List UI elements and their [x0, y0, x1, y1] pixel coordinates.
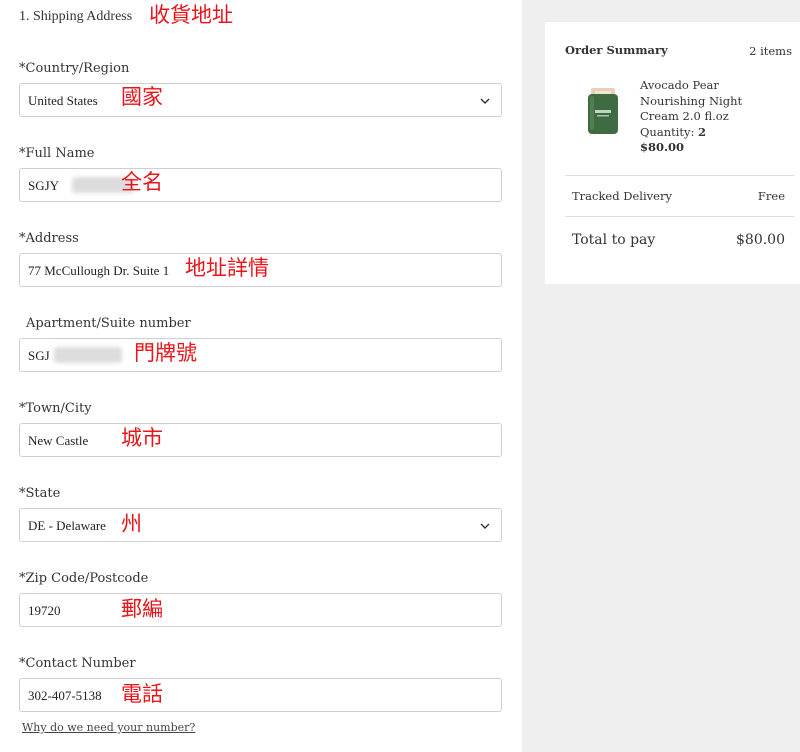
delivery-label: Tracked Delivery: [572, 189, 672, 203]
zip-field[interactable]: 19720: [19, 593, 502, 627]
product-quantity: Quantity: 2: [640, 125, 770, 141]
apartment-label: Apartment/Suite number: [26, 316, 191, 331]
city-field[interactable]: New Castle: [19, 423, 502, 457]
city-annotation: 城市: [121, 426, 163, 450]
state-value: DE - Delaware: [28, 518, 106, 533]
total-value: $80.00: [736, 232, 785, 248]
chevron-down-icon: [480, 98, 490, 104]
address-label: *Address: [19, 231, 79, 246]
redacted-blur: [54, 347, 122, 363]
country-value: United States: [28, 93, 98, 108]
apartment-value: SGJ: [28, 348, 50, 363]
state-label: *State: [19, 486, 61, 501]
country-label: *Country/Region: [19, 61, 130, 76]
zip-annotation: 郵編: [121, 597, 163, 621]
order-summary-panel: Order Summary 2 items Avocado Pear Nouri…: [545, 22, 800, 284]
country-select[interactable]: United States: [19, 83, 502, 117]
total-label: Total to pay: [572, 232, 656, 248]
state-select[interactable]: DE - Delaware: [19, 508, 502, 542]
delivery-value: Free: [757, 189, 785, 203]
phone-label: *Contact Number: [19, 656, 136, 671]
product-name-line: Nourishing Night: [640, 93, 743, 108]
item-count: 2 items: [749, 44, 792, 58]
full-name-field[interactable]: SGJY: [19, 168, 502, 202]
apartment-field[interactable]: SGJ: [19, 338, 502, 372]
quantity-value: 2: [698, 124, 707, 139]
city-value: New Castle: [28, 433, 89, 448]
section-annotation: 收貨地址: [149, 3, 233, 27]
city-label: *Town/City: [19, 401, 92, 416]
product-name-line: Cream 2.0 fl.oz: [640, 109, 729, 123]
state-annotation: 州: [121, 512, 142, 536]
phone-value: 302-407-5138: [28, 688, 102, 703]
phone-field[interactable]: 302-407-5138: [19, 678, 502, 712]
product-info: Avocado Pear Nourishing Night Cream 2.0 …: [640, 78, 770, 156]
divider: [565, 175, 794, 176]
divider: [565, 216, 794, 217]
product-name-line: Avocado Pear: [640, 78, 719, 92]
zip-label: *Zip Code/Postcode: [19, 571, 149, 586]
full-name-value: SGJY: [28, 178, 60, 193]
quantity-label: Quantity:: [640, 124, 695, 139]
product-jar-image: [588, 88, 618, 134]
zip-value: 19720: [28, 603, 61, 618]
apartment-annotation: 門牌號: [134, 341, 197, 365]
order-summary-title: Order Summary: [565, 43, 668, 57]
product-price: $80.00: [640, 140, 685, 154]
full-name-label: *Full Name: [19, 146, 95, 161]
country-annotation: 國家: [121, 85, 163, 109]
address-value: 77 McCullough Dr. Suite 1: [28, 263, 170, 278]
full-name-annotation: 全名: [121, 170, 163, 194]
chevron-down-icon: [480, 523, 490, 529]
section-title: 1. Shipping Address: [19, 9, 133, 24]
why-number-link[interactable]: Why do we need your number?: [22, 721, 195, 734]
shipping-form-panel: 1. Shipping Address 收貨地址 *Country/Region…: [0, 0, 522, 752]
phone-annotation: 電話: [121, 682, 163, 706]
address-annotation: 地址詳情: [185, 256, 269, 280]
